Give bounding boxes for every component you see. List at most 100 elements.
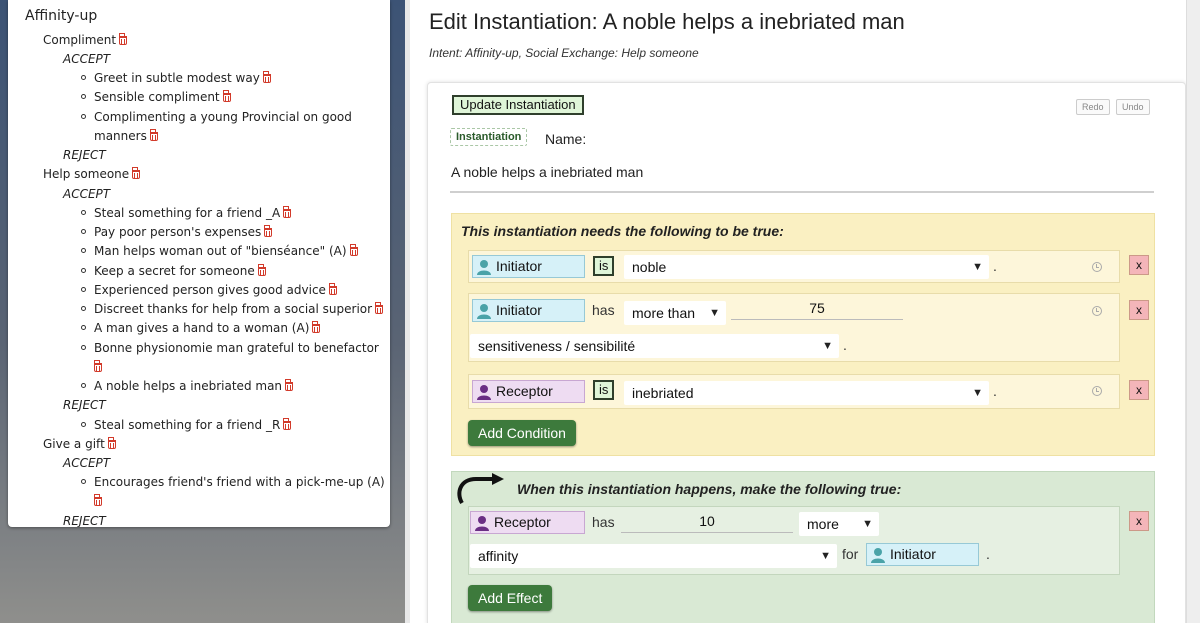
bullet-icon [81, 383, 86, 388]
tree-group-help-someone[interactable]: Help someone [43, 167, 141, 182]
tree-item[interactable]: A man gives a hand to a woman (A) [81, 321, 321, 336]
comparator-select[interactable]: more than ▼ [624, 301, 726, 325]
tree-item[interactable]: Sensible compliment [81, 90, 231, 105]
select-value: affinity [478, 548, 519, 564]
effects-box: When this instantiation happens, make th… [451, 471, 1155, 623]
trash-icon[interactable] [222, 90, 231, 102]
tree-item-label: Pay poor person's expenses [94, 225, 262, 239]
trash-icon[interactable] [264, 225, 273, 237]
editor-main: Edit Instantiation: A noble helps a ineb… [410, 0, 1200, 623]
tree-item[interactable]: Greet in subtle modest way [81, 71, 271, 86]
trash-icon[interactable] [132, 167, 141, 179]
trash-icon[interactable] [94, 360, 102, 372]
trash-icon[interactable] [349, 244, 358, 256]
person-icon [475, 516, 489, 531]
tree-item[interactable]: Complimenting a young Provincial on good [81, 110, 352, 125]
tree-item[interactable]: Experienced person gives good advice [81, 283, 337, 298]
character-chip-receptor[interactable]: Receptor [472, 380, 585, 403]
amount-input[interactable]: 10 [621, 511, 793, 533]
tree-group-compliment[interactable]: Compliment [43, 33, 128, 48]
tree-item-label: Discreet thanks for help from a social s… [94, 302, 373, 316]
tree-item-label: Encourages friend's friend with a pick-m… [94, 475, 385, 489]
character-chip-initiator[interactable]: Initiator [472, 299, 585, 322]
tree-item[interactable]: Steal something for a friend _A [81, 206, 292, 221]
tree-group-give-a-gift[interactable]: Give a gift [43, 437, 116, 452]
tree-item-label: Steal something for a friend _A [94, 206, 281, 220]
tree-reject-header: REJECT [63, 514, 106, 527]
tree-item-label: Bonne physionomie man grateful to benefa… [94, 341, 379, 355]
character-chip-receptor[interactable]: Receptor [470, 511, 585, 534]
tree-item-label: Steal something for a friend _R [94, 418, 281, 432]
redo-button[interactable]: Redo [1076, 99, 1110, 115]
character-name: Initiator [890, 546, 936, 562]
tree-item-label: Sensible compliment [94, 90, 220, 104]
tree-item[interactable]: Steal something for a friend _R [81, 418, 292, 433]
undo-button[interactable]: Undo [1116, 99, 1150, 115]
character-chip-initiator[interactable]: Initiator [472, 255, 585, 278]
character-name: Receptor [496, 383, 553, 399]
tree-item[interactable]: Encourages friend's friend with a pick-m… [81, 475, 385, 490]
remove-condition-button[interactable]: x [1129, 380, 1149, 400]
add-condition-button[interactable]: Add Condition [468, 420, 576, 446]
trash-icon[interactable] [283, 206, 292, 218]
tree-item[interactable]: Bonne physionomie man grateful to benefa… [81, 341, 379, 356]
tree-item-continued[interactable]: manners [94, 129, 158, 144]
amount-input[interactable]: 75 [731, 298, 903, 320]
condition-row: Initiator is noble ▼ . [468, 250, 1120, 283]
trash-icon[interactable] [262, 71, 271, 83]
bullet-icon [81, 479, 86, 484]
is-operator-chip[interactable]: is [593, 256, 615, 276]
clock-icon[interactable] [1092, 262, 1102, 272]
tree-item[interactable]: Man helps woman out of "bienséance" (A) [81, 244, 358, 259]
trash-icon[interactable] [328, 283, 337, 295]
trash-icon[interactable] [107, 437, 116, 449]
select-value: more than [632, 305, 696, 321]
trash-icon[interactable] [285, 379, 294, 391]
direction-select[interactable]: more ▼ [799, 512, 879, 536]
trash-icon[interactable] [94, 494, 102, 506]
trait-select[interactable]: sensitiveness / sensibilité ▼ [470, 334, 839, 358]
conditions-title: This instantiation needs the following t… [461, 223, 784, 239]
trait-select[interactable]: affinity ▼ [470, 544, 837, 568]
update-instantiation-button[interactable]: Update Instantiation [452, 95, 584, 115]
status-select[interactable]: inebriated ▼ [624, 381, 989, 405]
trash-icon[interactable] [283, 418, 292, 430]
status-select[interactable]: noble ▼ [624, 255, 989, 279]
tree-root-affinity-up[interactable]: Affinity-up [25, 9, 97, 24]
remove-condition-button[interactable]: x [1129, 255, 1149, 275]
select-value: more [807, 516, 839, 532]
trash-icon[interactable] [119, 33, 128, 45]
bullet-icon [81, 248, 86, 253]
scrollbar-track[interactable] [1186, 0, 1200, 623]
clock-icon[interactable] [1092, 306, 1102, 316]
trash-icon[interactable] [257, 264, 266, 276]
character-name: Initiator [496, 258, 542, 274]
condition-row: Receptor is inebriated ▼ . [468, 374, 1120, 409]
tree-item-continued[interactable] [94, 494, 102, 509]
trash-icon[interactable] [312, 321, 321, 333]
tree-item-continued[interactable] [94, 360, 102, 375]
tree-item-label: A noble helps a inebriated man [94, 379, 283, 393]
instantiation-name-field[interactable]: A noble helps a inebriated man [451, 164, 643, 180]
tree-item[interactable]: Keep a secret for someone [81, 264, 266, 279]
name-field-underline [450, 191, 1154, 193]
clock-icon[interactable] [1092, 386, 1102, 396]
person-icon [871, 548, 885, 563]
trash-icon[interactable] [375, 302, 384, 314]
is-operator-chip[interactable]: is [593, 380, 615, 400]
add-effect-button[interactable]: Add Effect [468, 585, 553, 611]
chevron-down-icon: ▼ [822, 340, 833, 352]
chevron-down-icon: ▼ [972, 387, 983, 399]
group-label: Compliment [43, 33, 117, 47]
instantiation-card: Update Instantiation Redo Undo Instantia… [427, 82, 1186, 623]
trash-icon[interactable] [149, 129, 158, 141]
tree-item-label: Complimenting a young Provincial on good [94, 110, 352, 124]
tree-item[interactable]: A noble helps a inebriated man [81, 379, 294, 394]
page-title: Edit Instantiation: A noble helps a ineb… [429, 9, 905, 34]
tree-item[interactable]: Discreet thanks for help from a social s… [81, 302, 384, 317]
remove-effect-button[interactable]: x [1129, 511, 1149, 531]
character-chip-initiator[interactable]: Initiator [866, 543, 979, 566]
row-terminator: . [993, 258, 997, 274]
tree-item[interactable]: Pay poor person's expenses [81, 225, 273, 240]
remove-condition-button[interactable]: x [1129, 300, 1149, 320]
